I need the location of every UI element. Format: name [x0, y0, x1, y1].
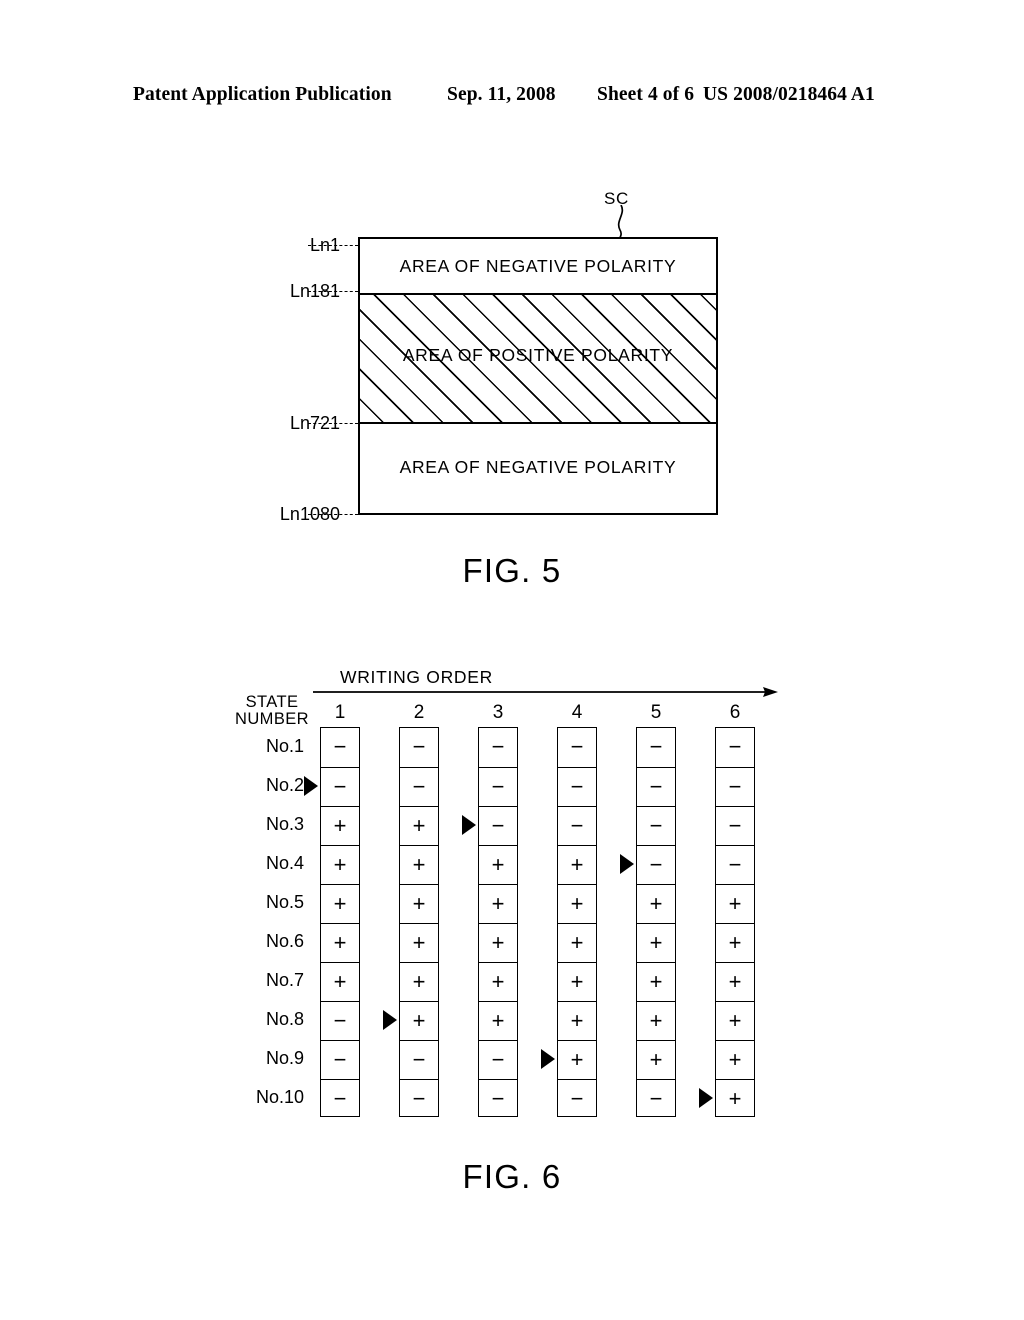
- polarity-cell-r4-c4: +: [558, 845, 596, 884]
- polarity-cell-r3-c3: −: [479, 806, 517, 845]
- polarity-cell-r7-c5: +: [637, 962, 675, 1001]
- writing-order-label: WRITING ORDER: [340, 667, 493, 687]
- column-strip-4: − − − + + + + + + −: [557, 727, 597, 1117]
- column-strip-1: − − + + + + + − − −: [320, 727, 360, 1117]
- polarity-cell-r4-c3: +: [479, 845, 517, 884]
- polarity-cell-r6-c5: +: [637, 923, 675, 962]
- column-header-6: 6: [729, 702, 741, 723]
- row-label-10: No.10: [255, 1087, 304, 1107]
- polarity-cell-r4-c5: −: [637, 845, 675, 884]
- polarity-cell-r6-c2: +: [400, 923, 438, 962]
- polarity-cell-r6-c6: +: [716, 923, 754, 962]
- writing-order-arrow-icon: [313, 687, 778, 697]
- polarity-cell-r8-c2: +: [400, 1001, 438, 1040]
- polarity-cell-r10-c3: −: [479, 1079, 517, 1118]
- polarity-cell-r9-c1: −: [321, 1040, 359, 1079]
- polarity-cell-r4-c2: +: [400, 845, 438, 884]
- figure-6-caption: FIG. 6: [462, 1158, 562, 1195]
- polarity-cell-r5-c1: +: [321, 884, 359, 923]
- row-label-2: No.2: [265, 775, 304, 795]
- polarity-cell-r9-c6: +: [716, 1040, 754, 1079]
- polarity-cell-r3-c2: +: [400, 806, 438, 845]
- polarity-cell-r6-c4: +: [558, 923, 596, 962]
- column-header-2: 2: [413, 702, 425, 723]
- polarity-cell-r10-c4: −: [558, 1079, 596, 1118]
- polarity-cell-r2-c5: −: [637, 767, 675, 806]
- polarity-cell-r2-c4: −: [558, 767, 596, 806]
- polarity-cell-r7-c3: +: [479, 962, 517, 1001]
- row-label-3: No.3: [265, 814, 304, 834]
- polarity-cell-r4-c6: −: [716, 845, 754, 884]
- polarity-cell-r10-c1: −: [321, 1079, 359, 1118]
- transition-marker-r2-c1: [304, 776, 318, 796]
- column-strip-2: − − + + + + + + − −: [399, 727, 439, 1117]
- polarity-cell-r7-c2: +: [400, 962, 438, 1001]
- polarity-cell-r3-c5: −: [637, 806, 675, 845]
- polarity-cell-r5-c5: +: [637, 884, 675, 923]
- polarity-cell-r2-c2: −: [400, 767, 438, 806]
- polarity-cell-r7-c4: +: [558, 962, 596, 1001]
- polarity-cell-r9-c4: +: [558, 1040, 596, 1079]
- polarity-cell-r2-c3: −: [479, 767, 517, 806]
- polarity-cell-r3-c1: +: [321, 806, 359, 845]
- polarity-cell-r8-c3: +: [479, 1001, 517, 1040]
- polarity-cell-r8-c6: +: [716, 1001, 754, 1040]
- polarity-cell-r3-c4: −: [558, 806, 596, 845]
- transition-marker-r3-c3: [462, 815, 476, 835]
- state-number-line1: STATE: [245, 693, 299, 711]
- column-strip-5: − − − − + + + + + −: [636, 727, 676, 1117]
- polarity-cell-r2-c1: −: [321, 767, 359, 806]
- column-header-1: 1: [334, 702, 346, 723]
- polarity-cell-r1-c4: −: [570, 734, 584, 759]
- row-label-1: No.1: [265, 736, 304, 756]
- column-header-5: 5: [650, 702, 662, 723]
- polarity-cell-r5-c2: +: [400, 884, 438, 923]
- polarity-cell-r8-c1: −: [321, 1001, 359, 1040]
- column-strip-3: − − − + + + + + − −: [478, 727, 518, 1117]
- polarity-cell-r8-c4: +: [558, 1001, 596, 1040]
- polarity-cell-r5-c3: +: [479, 884, 517, 923]
- polarity-cell-r9-c2: −: [400, 1040, 438, 1079]
- row-label-8: No.8: [265, 1009, 304, 1029]
- polarity-cell-r8-c5: +: [637, 1001, 675, 1040]
- polarity-cell-r9-c5: +: [637, 1040, 675, 1079]
- polarity-cell-r5-c4: +: [558, 884, 596, 923]
- transition-marker-r9-c4: [541, 1049, 555, 1069]
- row-label-7: No.7: [265, 970, 304, 990]
- polarity-cell-r1-c3: −: [491, 734, 505, 759]
- state-number-label: STATE NUMBER: [226, 694, 318, 728]
- figure-6: WRITING ORDER STATE NUMBER 1 2 3 4 5 6 N…: [0, 0, 1024, 1320]
- polarity-cell-r3-c6: −: [716, 806, 754, 845]
- transition-marker-r4-c5: [620, 854, 634, 874]
- transition-marker-r10-c6: [699, 1088, 713, 1108]
- polarity-cell-r1-c5: −: [649, 734, 663, 759]
- polarity-cell-r1-c2: −: [412, 734, 426, 759]
- polarity-cell-r10-c6: +: [716, 1079, 754, 1118]
- row-label-6: No.6: [265, 931, 304, 951]
- polarity-cell-r7-c1: +: [321, 962, 359, 1001]
- polarity-cell-r1-c6: −: [728, 734, 742, 759]
- polarity-cell-r5-c6: +: [716, 884, 754, 923]
- polarity-cell-r6-c1: +: [321, 923, 359, 962]
- polarity-cell-r9-c3: −: [479, 1040, 517, 1079]
- column-strip-6: − − − − + + + + + +: [715, 727, 755, 1117]
- polarity-cell-r6-c3: +: [479, 923, 517, 962]
- polarity-cell-r1-c1: −: [333, 734, 347, 759]
- column-header-3: 3: [492, 702, 504, 723]
- row-label-4: No.4: [265, 853, 304, 873]
- state-number-line2: NUMBER: [235, 710, 309, 728]
- polarity-cell-r10-c5: −: [637, 1079, 675, 1118]
- column-header-4: 4: [571, 702, 583, 723]
- polarity-cell-r7-c6: +: [716, 962, 754, 1001]
- polarity-cell-r4-c1: +: [321, 845, 359, 884]
- row-label-9: No.9: [265, 1048, 304, 1068]
- polarity-cell-r10-c2: −: [400, 1079, 438, 1118]
- polarity-cell-r2-c6: −: [716, 767, 754, 806]
- row-label-5: No.5: [265, 892, 304, 912]
- transition-marker-r8-c2: [383, 1010, 397, 1030]
